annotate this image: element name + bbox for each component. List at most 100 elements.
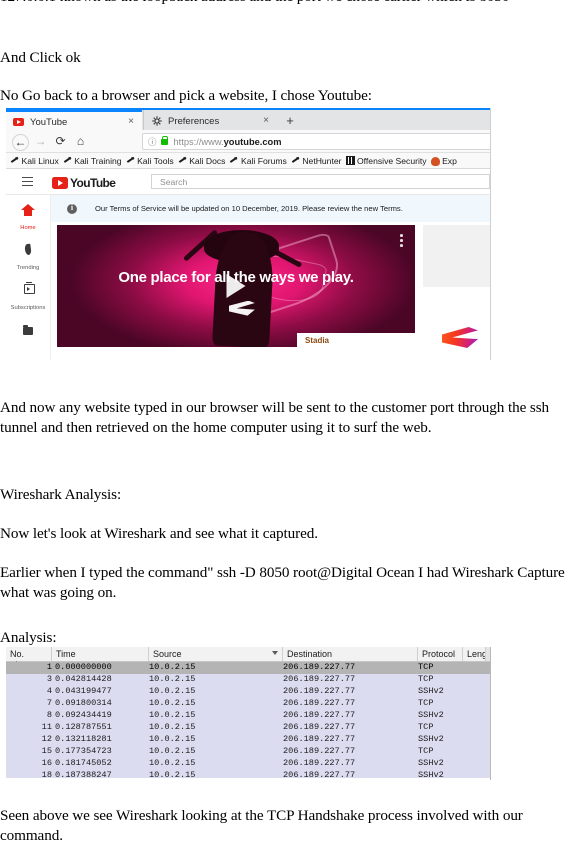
url-text: https://www.youtube.com (174, 137, 282, 147)
stadia-icon[interactable] (433, 311, 485, 360)
bookmark-exploit-db[interactable]: Exp (430, 155, 457, 166)
kebab-menu-icon[interactable] (400, 234, 403, 250)
paragraph-text: And now any website typed in our browser… (0, 399, 550, 436)
youtube-logo[interactable]: YouTube (52, 176, 116, 190)
cell-time: 0.000000000 (55, 662, 112, 672)
column-header-protocol[interactable]: Protocol (418, 647, 463, 661)
url-scheme: https://www. (173, 136, 224, 147)
bookmark-label: Kali Training (74, 155, 122, 166)
cell-protocol: TCP (418, 698, 434, 708)
stadia-ad-banner[interactable]: One place for all the ways we play. Stad… (57, 225, 415, 347)
table-row[interactable]: 7 0.091800314 10.0.2.15 206.189.227.77 T… (6, 698, 490, 710)
paragraph-click-ok: And Click ok (0, 48, 580, 68)
cell-destination: 206.189.227.77 (283, 734, 356, 744)
bookmark-kali-tools[interactable]: Kali Tools (126, 156, 174, 166)
table-row[interactable]: 11 0.128787551 10.0.2.15 206.189.227.77 … (6, 722, 490, 734)
firefox-browser-screenshot: YouTube × Preferences × + ← → ⟳ ⌂ ⓘ http… (6, 108, 491, 360)
bookmark-kali-docs[interactable]: Kali Docs (176, 154, 226, 167)
kali-dragon-icon (176, 154, 189, 167)
search-input[interactable]: Search (151, 174, 490, 189)
paragraph-wireshark-heading: Wireshark Analysis: (0, 485, 580, 505)
section-heading: Analysis: (0, 629, 57, 646)
sidebar-ad-placeholder (423, 225, 490, 287)
bookmark-offensive-security[interactable]: Offensive Security (345, 155, 427, 166)
sidebar-item-label: Home (20, 224, 36, 231)
sidebar-item-home[interactable]: Home (6, 203, 50, 231)
bookmark-nethunter[interactable]: NetHunter (289, 154, 341, 167)
table-row[interactable]: 4 0.043199477 10.0.2.15 206.189.227.77 S… (6, 686, 490, 698)
cell-no: 15 (41, 746, 52, 756)
close-icon[interactable]: × (259, 116, 273, 126)
sidebar-item-subscriptions[interactable]: Subscriptions (6, 281, 50, 311)
paragraph-analysis-heading: Analysis: (0, 628, 580, 648)
cell-protocol: TCP (418, 662, 434, 672)
kali-dragon-icon (228, 154, 241, 167)
sidebar-item-library[interactable] (6, 325, 50, 346)
bookmark-label: Offensive Security (357, 155, 427, 166)
cell-time: 0.091800314 (55, 698, 112, 708)
paragraph-browser-intro: No Go back to a browser and pick a websi… (0, 86, 580, 106)
kali-dragon-icon (124, 154, 137, 167)
tab-label: YouTube (30, 116, 68, 128)
paragraph-text: Seen above we see Wireshark looking at t… (0, 807, 523, 844)
bookmark-label: Exp (442, 155, 457, 166)
column-label: Source (153, 649, 182, 659)
url-domain: youtube.com (223, 136, 282, 147)
bookmark-kali-forums[interactable]: Kali Forums (228, 154, 287, 167)
bookmark-label: Kali Forums (240, 155, 287, 166)
paragraph-text: Earlier when I typed the command" ssh -D… (0, 564, 565, 601)
sidebar-item-trending[interactable]: Trending (6, 243, 50, 271)
browser-tab-preferences[interactable]: Preferences × (143, 110, 277, 132)
table-row[interactable]: 8 0.092434419 10.0.2.15 206.189.227.77 S… (6, 710, 490, 722)
cell-destination: 206.189.227.77 (283, 686, 356, 696)
sidebar-item-label: Subscriptions (10, 304, 46, 311)
column-label: Time (56, 649, 76, 659)
gear-icon (151, 116, 162, 127)
cell-protocol: TCP (418, 722, 434, 732)
browser-tab-youtube[interactable]: YouTube × (6, 110, 142, 132)
youtube-page: YouTube Search Home Trending Subscriptio… (6, 169, 490, 360)
cell-destination: 206.189.227.77 (283, 662, 356, 672)
bookmark-label: Kali Docs (189, 155, 226, 166)
hamburger-icon[interactable] (22, 177, 33, 186)
cell-destination: 206.189.227.77 (283, 746, 356, 756)
youtube-header: YouTube Search (6, 169, 490, 195)
play-icon[interactable] (226, 274, 246, 298)
cell-source: 10.0.2.15 (149, 722, 196, 732)
packet-table-header: No. Time Source Destination Protocol Len… (6, 647, 490, 662)
paragraph-text: No Go back to a browser and pick a websi… (0, 87, 372, 104)
youtube-play-badge-icon (52, 177, 68, 189)
cell-no: 1 (46, 662, 52, 672)
new-tab-button[interactable]: + (282, 113, 298, 129)
site-info-icon[interactable]: ⓘ (148, 136, 157, 148)
home-button-icon[interactable]: ⌂ (73, 134, 88, 149)
address-bar[interactable]: ⓘ https://www.youtube.com (142, 133, 490, 150)
bookmark-kali-training[interactable]: Kali Training (63, 155, 122, 166)
cell-no: 12 (41, 734, 52, 744)
paragraph-text: Now let's look at Wireshark and see what… (0, 525, 318, 542)
table-row[interactable]: 1 0.000000000 10.0.2.15 206.189.227.77 T… (6, 662, 490, 674)
column-header-source[interactable]: Source (149, 647, 283, 661)
back-button-icon[interactable]: ← (12, 134, 29, 151)
reload-button-icon[interactable]: ⟳ (53, 134, 68, 149)
close-icon[interactable]: × (124, 117, 138, 127)
table-row[interactable]: 12 0.132118281 10.0.2.15 206.189.227.77 … (6, 734, 490, 746)
kali-dragon-icon (8, 154, 21, 167)
column-header-no[interactable]: No. (6, 647, 52, 661)
table-row[interactable]: 16 0.181745052 10.0.2.15 206.189.227.77 … (6, 758, 490, 770)
youtube-logo-text: YouTube (70, 176, 116, 190)
horizontal-scrollbar[interactable] (485, 647, 490, 661)
youtube-sidebar: Home Trending Subscriptions (6, 195, 51, 360)
column-header-destination[interactable]: Destination (283, 647, 418, 661)
kali-dragon-icon (289, 154, 302, 167)
cell-destination: 206.189.227.77 (283, 710, 356, 720)
bookmark-kali-linux[interactable]: Kali Linux (10, 156, 59, 166)
column-header-time[interactable]: Time (52, 647, 149, 661)
forward-button-icon[interactable]: → (33, 134, 48, 149)
table-row[interactable]: 15 0.177354723 10.0.2.15 206.189.227.77 … (6, 746, 490, 758)
exploit-db-icon (430, 156, 440, 166)
bookmarks-bar: Kali Linux Kali Training Kali Tools Kali… (6, 153, 490, 169)
cell-time: 0.132118281 (55, 734, 112, 744)
table-row[interactable]: 3 0.042814428 10.0.2.15 206.189.227.77 T… (6, 674, 490, 686)
cell-protocol: SSHv2 (418, 710, 444, 720)
